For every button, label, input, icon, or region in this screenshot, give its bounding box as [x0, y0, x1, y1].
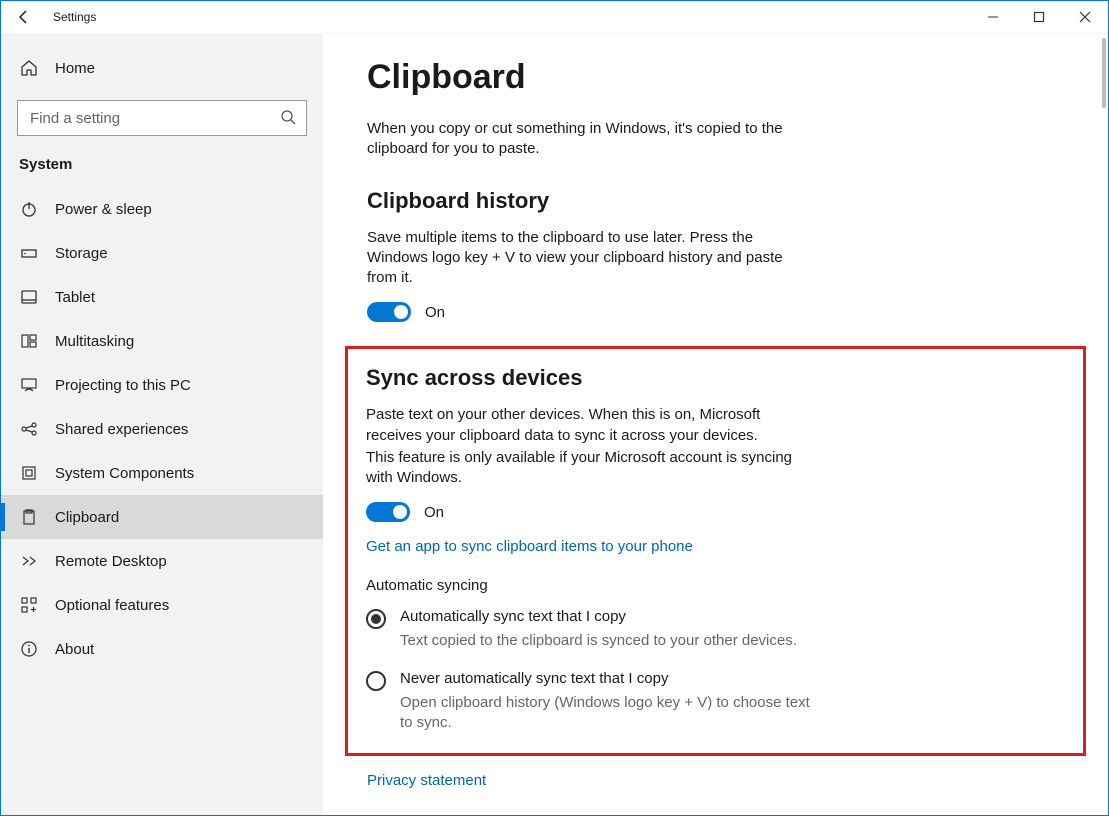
- auto-sync-heading: Automatic syncing: [366, 577, 1065, 594]
- sidebar-item-optional-features[interactable]: Optional features: [1, 583, 323, 627]
- sidebar-item-remote-desktop[interactable]: Remote Desktop: [1, 539, 323, 583]
- search-box[interactable]: [17, 100, 307, 136]
- page-intro: When you copy or cut something in Window…: [367, 119, 797, 160]
- title-bar: Settings: [1, 1, 1108, 34]
- radio-auto-sync[interactable]: Automatically sync text that I copy Text…: [366, 608, 826, 651]
- power-icon: [19, 200, 39, 218]
- clipboard-history-heading: Clipboard history: [367, 188, 1064, 214]
- sidebar-item-projecting[interactable]: Projecting to this PC: [1, 363, 323, 407]
- sidebar-item-system-components[interactable]: System Components: [1, 451, 323, 495]
- sync-toggle-label: On: [424, 504, 444, 521]
- multitasking-icon: [19, 332, 39, 350]
- components-icon: [19, 464, 39, 482]
- page-title: Clipboard: [367, 58, 1064, 97]
- sync-heading: Sync across devices: [366, 365, 1065, 391]
- sidebar-item-label: Projecting to this PC: [55, 377, 191, 394]
- minimize-icon: [987, 11, 999, 23]
- tablet-icon: [19, 288, 39, 306]
- sidebar-item-label: Remote Desktop: [55, 553, 167, 570]
- sync-app-link[interactable]: Get an app to sync clipboard items to yo…: [366, 538, 693, 555]
- sync-section-highlight: Sync across devices Paste text on your o…: [345, 346, 1086, 756]
- search-input[interactable]: [28, 109, 280, 128]
- shared-icon: [19, 420, 39, 438]
- radio-desc: Text copied to the clipboard is synced t…: [400, 631, 797, 651]
- storage-icon: [19, 244, 39, 262]
- sidebar-item-label: Optional features: [55, 597, 169, 614]
- window-title: Settings: [47, 10, 96, 24]
- sidebar-item-label: Power & sleep: [55, 201, 152, 218]
- clipboard-history-desc: Save multiple items to the clipboard to …: [367, 228, 797, 289]
- features-icon: [19, 596, 39, 614]
- maximize-icon: [1033, 11, 1045, 23]
- sidebar-home[interactable]: Home: [1, 46, 323, 90]
- sidebar-item-multitasking[interactable]: Multitasking: [1, 319, 323, 363]
- sidebar-item-storage[interactable]: Storage: [1, 231, 323, 275]
- sidebar-item-power-sleep[interactable]: Power & sleep: [1, 187, 323, 231]
- sidebar-item-label: Storage: [55, 245, 108, 262]
- sidebar: Home System Power & sleep Storage: [1, 34, 323, 815]
- maximize-button[interactable]: [1016, 1, 1062, 34]
- sidebar-item-label: Multitasking: [55, 333, 134, 350]
- clipboard-history-toggle-label: On: [425, 304, 445, 321]
- sidebar-item-label: Tablet: [55, 289, 95, 306]
- search-icon: [280, 109, 296, 128]
- close-button[interactable]: [1062, 1, 1108, 34]
- remote-icon: [19, 552, 39, 570]
- back-button[interactable]: [1, 1, 47, 34]
- radio-label: Never automatically sync text that I cop…: [400, 670, 826, 687]
- sidebar-item-label: System Components: [55, 465, 194, 482]
- minimize-button[interactable]: [970, 1, 1016, 34]
- sidebar-item-clipboard[interactable]: Clipboard: [1, 495, 323, 539]
- sidebar-item-label: About: [55, 641, 94, 658]
- info-icon: [19, 640, 39, 658]
- radio-never-sync[interactable]: Never automatically sync text that I cop…: [366, 670, 826, 734]
- projecting-icon: [19, 376, 39, 394]
- sync-toggle[interactable]: [366, 502, 410, 522]
- radio-button[interactable]: [366, 671, 386, 691]
- radio-label: Automatically sync text that I copy: [400, 608, 797, 625]
- radio-button[interactable]: [366, 609, 386, 629]
- sidebar-item-tablet[interactable]: Tablet: [1, 275, 323, 319]
- privacy-link[interactable]: Privacy statement: [367, 772, 486, 789]
- main-content: Clipboard When you copy or cut something…: [323, 34, 1108, 815]
- close-icon: [1079, 11, 1091, 23]
- sync-desc-1: Paste text on your other devices. When t…: [366, 405, 796, 446]
- sync-desc-2: This feature is only available if your M…: [366, 448, 796, 489]
- sidebar-section-heading: System: [1, 150, 323, 187]
- home-icon: [19, 59, 39, 77]
- sidebar-item-label: Shared experiences: [55, 421, 188, 438]
- home-label: Home: [55, 60, 95, 77]
- radio-desc: Open clipboard history (Windows logo key…: [400, 693, 826, 734]
- arrow-left-icon: [16, 9, 32, 25]
- clipboard-icon: [19, 508, 39, 526]
- clipboard-history-toggle[interactable]: [367, 302, 411, 322]
- sidebar-item-shared-experiences[interactable]: Shared experiences: [1, 407, 323, 451]
- sidebar-item-about[interactable]: About: [1, 627, 323, 671]
- sidebar-item-label: Clipboard: [55, 509, 119, 526]
- scrollbar[interactable]: [1102, 38, 1106, 108]
